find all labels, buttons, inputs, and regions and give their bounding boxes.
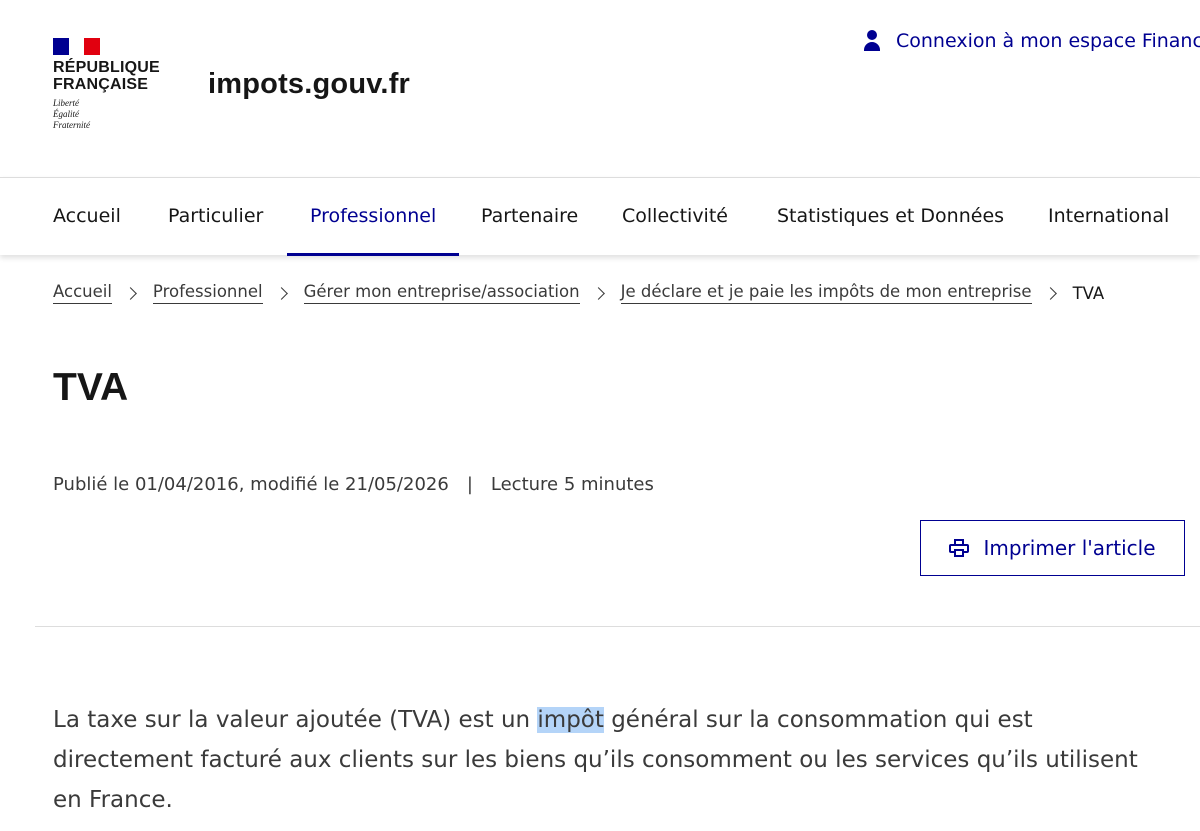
login-label: Connexion à mon espace Financ [896,30,1200,52]
nav-item-statistiques[interactable]: Statistiques et Données [777,178,1004,256]
site-header: RÉPUBLIQUE FRANÇAISE Liberté Égalité Fra… [0,0,1200,177]
reading-time: Lecture 5 minutes [490,474,654,495]
selected-word: impôt [537,707,604,733]
publication-date: Publié le 01/04/2016, modifié le 21/05/2… [53,474,449,495]
print-article-label: Imprimer l'article [983,536,1156,560]
nav-item-particulier[interactable]: Particulier [168,178,263,256]
breadcrumb-link-professionnel[interactable]: Professionnel [152,282,263,304]
nav-item-collectivite[interactable]: Collectivité [622,178,728,256]
article-intro: La taxe sur la valeur ajoutée (TVA) est … [53,700,1153,820]
nav-item-professionnel[interactable]: Professionnel [286,178,460,256]
intro-text-start: La taxe sur la valeur ajoutée (TVA) est … [53,707,538,733]
nav-item-international[interactable]: International [1048,178,1169,256]
main-navigation: Accueil Particulier Professionnel Parten… [0,177,1200,256]
login-link[interactable]: Connexion à mon espace Financ [862,28,1200,54]
nav-item-partenaire[interactable]: Partenaire [481,178,578,256]
nav-item-accueil[interactable]: Accueil [53,178,121,256]
printer-icon [949,539,970,557]
breadcrumb: Accueil Professionnel Gérer mon entrepri… [53,280,1104,306]
user-icon [862,30,882,52]
content-divider [35,626,1200,627]
chevron-right-icon [124,286,137,300]
article-meta: Publié le 01/04/2016, modifié le 21/05/2… [53,474,654,495]
republic-name: RÉPUBLIQUE FRANÇAISE [53,59,160,93]
chevron-right-icon [591,286,605,300]
chevron-right-icon [274,286,288,300]
breadcrumb-link-gerer-entreprise[interactable]: Gérer mon entreprise/association [303,282,580,304]
breadcrumb-link-declarer-payer[interactable]: Je déclare et je paie les impôts de mon … [620,282,1032,304]
page-title: TVA [53,366,129,409]
meta-separator: | [466,474,473,495]
breadcrumb-current: TVA [1072,283,1105,303]
site-name-link[interactable]: impots.gouv.fr [208,68,410,101]
chevron-right-icon [1043,286,1057,300]
breadcrumb-link-accueil[interactable]: Accueil [53,282,112,304]
print-article-button[interactable]: Imprimer l'article [920,520,1185,576]
republique-francaise-logo[interactable]: RÉPUBLIQUE FRANÇAISE Liberté Égalité Fra… [53,38,173,131]
french-flag-icon [53,38,101,55]
republic-motto: Liberté Égalité Fraternité [53,98,90,130]
